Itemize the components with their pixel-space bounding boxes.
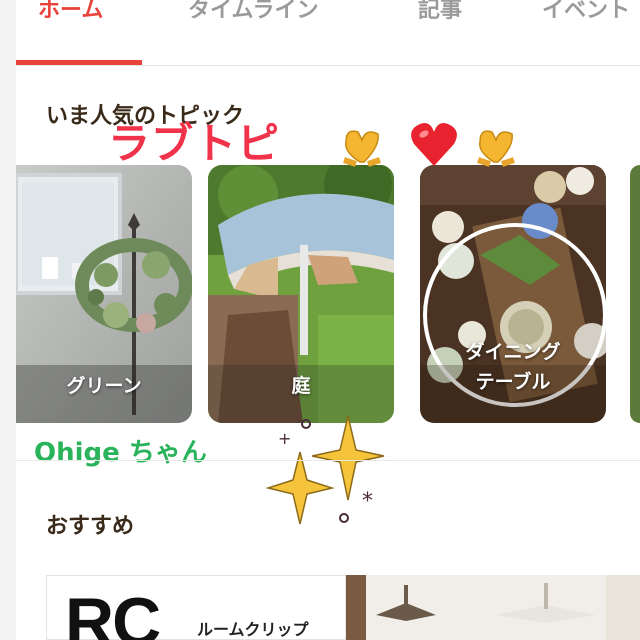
topic-label-garden: 庭 xyxy=(291,375,311,397)
svg-text:+: + xyxy=(278,429,291,448)
topic-card-garden[interactable]: 庭 xyxy=(208,165,394,423)
top-tab-bar: ホーム タイムライン 記事 イベント xyxy=(16,0,640,66)
tab-timeline[interactable]: タイムライン xyxy=(188,0,318,26)
topic-label-green: グリーン xyxy=(66,375,142,397)
topic-card-partial[interactable] xyxy=(630,165,640,423)
roomclip-logo: RC xyxy=(65,584,161,640)
app-screen: ホーム タイムライン 記事 イベント いま人気のトピック グリーン 庭 ダイニン… xyxy=(0,0,640,640)
room-photo xyxy=(346,575,640,640)
svg-text:*: * xyxy=(362,489,373,514)
love-topic-sticker: ラブトピ xyxy=(108,119,281,168)
user-handle-sticker: Ohige ちゃん xyxy=(34,438,207,468)
heart-hands-icon xyxy=(477,130,515,167)
tab-home[interactable]: ホーム xyxy=(38,0,103,26)
topic-card-green[interactable]: グリーン xyxy=(16,165,192,423)
recommend-card[interactable]: RC ルームクリップ xyxy=(46,575,640,640)
red-heart-icon xyxy=(411,123,457,166)
tab-articles[interactable]: 記事 xyxy=(418,0,462,26)
sticker-emoji-row xyxy=(343,123,515,167)
sparkles-icon: + * xyxy=(266,415,385,525)
recommend-heading: おすすめ xyxy=(46,514,135,539)
active-tab-indicator xyxy=(16,60,142,65)
topic-card-dining-table[interactable]: ダイニング テーブル xyxy=(420,165,606,423)
section-divider xyxy=(16,460,640,461)
roomclip-brand-name: ルームクリップ xyxy=(197,620,309,639)
tab-events[interactable]: イベント xyxy=(542,0,630,26)
heart-hands-icon xyxy=(343,130,381,167)
roomclip-banner: RC ルームクリップ xyxy=(46,575,346,640)
topic-label-dining-table: ダイニング テーブル xyxy=(465,341,561,393)
